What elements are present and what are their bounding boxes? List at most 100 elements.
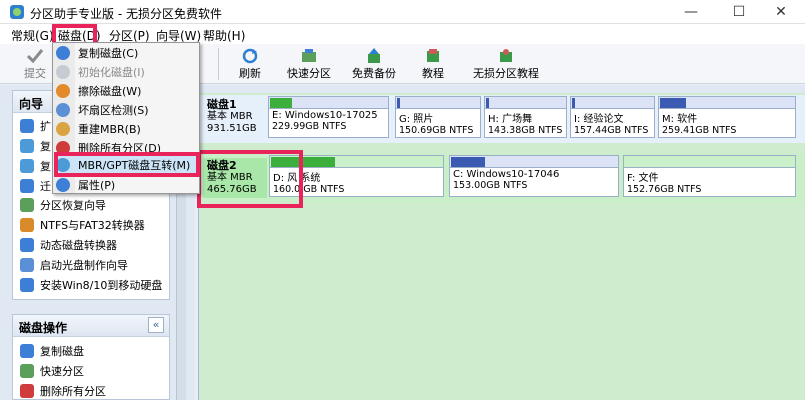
refresh-label: 刷新 bbox=[239, 67, 261, 80]
quick-partition-icon bbox=[302, 49, 316, 62]
menu-item-label: 复制磁盘(C) bbox=[78, 46, 139, 60]
maximize-button[interactable]: ☐ bbox=[716, 0, 762, 24]
usage-bar bbox=[451, 157, 485, 167]
wizard-item-copy-disk[interactable]: 复 bbox=[20, 136, 51, 156]
partition-i[interactable]: I: 经验论文 157.44GB NTFS bbox=[570, 96, 655, 138]
menu-item-label: 重建MBR(B) bbox=[78, 122, 141, 136]
menu-item-label: 坏扇区检测(S) bbox=[78, 103, 149, 117]
copy-disk-icon bbox=[20, 139, 34, 153]
partition-name: H: 广场舞 bbox=[488, 114, 533, 125]
partition-size: 157.44GB NTFS bbox=[574, 125, 649, 136]
wipe-disk-icon bbox=[56, 83, 70, 98]
wizard-item-dynamic-disk[interactable]: 动态磁盘转换器 bbox=[20, 235, 117, 255]
wizard-item-label: 分区恢复向导 bbox=[40, 199, 106, 212]
partition-h[interactable]: H: 广场舞 143.38GB NTFS bbox=[484, 96, 567, 138]
wizard-item-copy-partition[interactable]: 复 bbox=[20, 156, 51, 176]
backup-label: 免费备份 bbox=[352, 67, 396, 80]
disk-op-quick-partition[interactable]: 快速分区 bbox=[20, 361, 84, 381]
menu-item-bad-sector-check[interactable]: 坏扇区检测(S) bbox=[56, 100, 198, 119]
bad-sector-icon bbox=[56, 102, 70, 117]
menu-item-label: 擦除磁盘(W) bbox=[78, 84, 142, 98]
usage-bar bbox=[397, 98, 400, 108]
menu-item-label: 初始化磁盘(I) bbox=[78, 65, 145, 79]
partition-size: 143.38GB NTFS bbox=[488, 125, 563, 136]
partition-f[interactable]: F: 文件 152.76GB NTFS bbox=[623, 155, 796, 197]
extend-icon bbox=[20, 119, 34, 133]
wizard-item-label: 复 bbox=[40, 140, 51, 153]
copy-disk-icon bbox=[20, 344, 34, 358]
menu-general[interactable]: 常规(G) bbox=[11, 27, 54, 44]
initialize-disk-icon bbox=[56, 64, 70, 79]
backup-button[interactable]: 免费备份 bbox=[341, 46, 407, 82]
disk-op-copy-disk[interactable]: 复制磁盘 bbox=[20, 341, 84, 361]
partition-name: M: 软件 bbox=[662, 114, 698, 125]
copy-partition-icon bbox=[20, 159, 34, 173]
close-button[interactable]: ✕ bbox=[758, 0, 804, 24]
usage-bar bbox=[572, 98, 575, 108]
disk-name: 磁盘1 bbox=[207, 98, 237, 111]
disk-op-label: 删除所有分区 bbox=[40, 385, 106, 398]
ntfs-fat32-icon bbox=[20, 218, 34, 232]
wizard-item-win-to-go[interactable]: 安装Win8/10到移动硬盘 bbox=[20, 275, 162, 295]
menu-item-rebuild-mbr[interactable]: 重建MBR(B) bbox=[56, 119, 198, 138]
menu-item-initialize-disk[interactable]: 初始化磁盘(I) bbox=[56, 62, 198, 81]
wizard-item-boot-disc[interactable]: 启动光盘制作向导 bbox=[20, 255, 128, 275]
partition-name: F: 文件 bbox=[627, 173, 659, 184]
partition-size: 153.00GB NTFS bbox=[453, 180, 528, 191]
disk-map-header bbox=[198, 85, 805, 93]
partition-size: 152.76GB NTFS bbox=[627, 184, 702, 195]
disk-op-delete-all[interactable]: 删除所有分区 bbox=[20, 381, 106, 400]
boot-disc-icon bbox=[20, 258, 34, 272]
win-to-go-icon bbox=[20, 278, 34, 292]
collapse-button[interactable]: « bbox=[148, 317, 164, 333]
disk-type: 基本 MBR bbox=[207, 111, 253, 122]
mbr-gpt-highlight bbox=[54, 152, 200, 177]
backup-icon bbox=[368, 48, 380, 63]
menu-item-label: 属性(P) bbox=[78, 178, 116, 192]
wizard-item-label: 复 bbox=[40, 160, 51, 173]
disk-1-label: 磁盘1 基本 MBR 931.51GB bbox=[203, 97, 267, 137]
window-title: 分区助手专业版 - 无损分区免费软件 bbox=[30, 7, 222, 21]
tutorial-button[interactable]: 教程 bbox=[400, 46, 466, 82]
partition-g[interactable]: G: 照片 150.69GB NTFS bbox=[395, 96, 481, 138]
lossless-tutorial-button[interactable]: 无损分区教程 bbox=[466, 46, 546, 82]
wizard-item-extend[interactable]: 扩 bbox=[20, 116, 51, 136]
partition-size: 150.69GB NTFS bbox=[399, 125, 474, 136]
copy-disk-icon bbox=[56, 45, 70, 60]
partition-e[interactable]: E: Windows10-17025 229.99GB NTFS bbox=[268, 96, 389, 138]
partition-m[interactable]: M: 软件 259.41GB NTFS bbox=[658, 96, 796, 138]
refresh-icon bbox=[242, 48, 258, 64]
checkmark-icon bbox=[26, 49, 44, 64]
menu-help[interactable]: 帮助(H) bbox=[203, 27, 245, 44]
usage-bar bbox=[486, 98, 489, 108]
partition-name: E: Windows10-17025 bbox=[272, 110, 378, 121]
partition-name: I: 经验论文 bbox=[574, 114, 624, 125]
wizard-item-migrate[interactable]: 迁 bbox=[20, 176, 51, 196]
disk-op-label: 快速分区 bbox=[40, 365, 84, 378]
info-icon bbox=[56, 177, 70, 192]
delete-icon bbox=[20, 384, 34, 398]
migrate-icon bbox=[20, 179, 34, 193]
wizard-item-partition-recovery[interactable]: 分区恢复向导 bbox=[20, 195, 106, 215]
disk-op-label: 复制磁盘 bbox=[40, 345, 84, 358]
wizard-item-label: 启动光盘制作向导 bbox=[40, 259, 128, 272]
app-logo-icon bbox=[10, 5, 24, 19]
quick-partition-label: 快速分区 bbox=[287, 67, 331, 80]
disk-size: 931.51GB bbox=[207, 123, 257, 134]
minimize-button[interactable]: — bbox=[668, 0, 714, 24]
partition-c[interactable]: C: Windows10-17046 153.00GB NTFS bbox=[449, 155, 619, 197]
menu-item-wipe-disk[interactable]: 擦除磁盘(W) bbox=[56, 81, 198, 100]
menu-item-copy-disk[interactable]: 复制磁盘(C) bbox=[56, 43, 198, 62]
refresh-button[interactable]: 刷新 bbox=[217, 46, 283, 82]
partition-name: C: Windows10-17046 bbox=[453, 169, 560, 180]
tutorial-icon bbox=[427, 49, 439, 62]
menu-item-properties[interactable]: 属性(P) bbox=[56, 175, 198, 194]
wizard-item-ntfs-fat32[interactable]: NTFS与FAT32转换器 bbox=[20, 215, 145, 235]
quick-partition-button[interactable]: 快速分区 bbox=[276, 46, 342, 82]
usage-bar bbox=[660, 98, 686, 108]
wizard-item-label: 安装Win8/10到移动硬盘 bbox=[40, 279, 163, 292]
partition-size: 229.99GB NTFS bbox=[272, 121, 347, 132]
tutorial-label: 教程 bbox=[422, 67, 444, 80]
disk-2-highlight bbox=[197, 150, 303, 208]
wizard-item-label: 动态磁盘转换器 bbox=[40, 239, 117, 252]
